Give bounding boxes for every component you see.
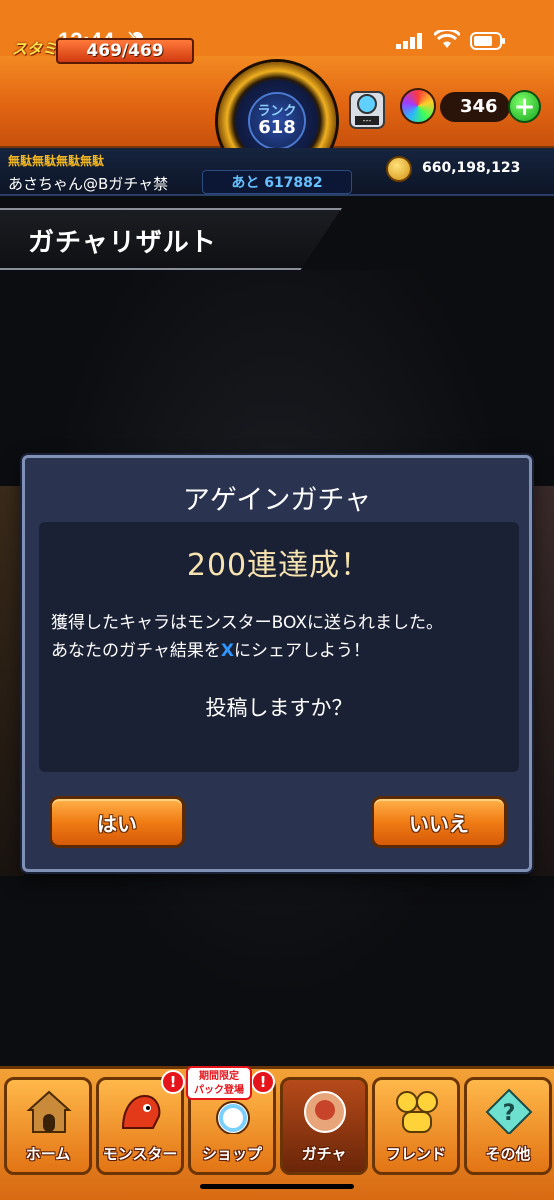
plus-icon: + (513, 91, 536, 122)
monster-alert-badge: ! (161, 1070, 185, 1094)
promo-line-2: パック登場 (194, 1085, 244, 1096)
no-button-label: いいえ (409, 811, 469, 836)
svg-text:?: ? (503, 1101, 516, 1126)
other-icon: ? (485, 1088, 533, 1134)
side-card-right (530, 486, 554, 876)
orb-machine-icon[interactable]: --- (346, 88, 388, 132)
yes-button[interactable]: はい (49, 796, 185, 848)
exp-panel: あと 617882 (202, 170, 352, 194)
bottom-navigation: ホーム ! モンスター ! ショップ ガチャ フレンド ? その他 (0, 1066, 554, 1200)
shop-alert-badge: ! (251, 1070, 275, 1094)
coin-icon (386, 156, 412, 182)
achievement-text: 200連達成！ (186, 548, 372, 583)
nav-item-home[interactable]: ホーム (4, 1077, 92, 1175)
buy-orb-button[interactable]: + (508, 90, 541, 123)
orb-icon (400, 88, 436, 124)
page-title: ガチャリザルト (28, 228, 217, 258)
x-brand-text: X (220, 641, 234, 661)
message-line-2: あなたのガチャ結果をXにシェアしよう！ (51, 636, 370, 661)
no-button[interactable]: いいえ (371, 796, 507, 848)
orb-count: 346 (460, 96, 498, 117)
user-title: 無駄無駄無駄無駄 (8, 154, 105, 168)
side-card-left (0, 486, 24, 876)
dialog-body: 200連達成！ 獲得したキャラはモンスターBOXに送られました。 あなたのガチャ… (39, 522, 519, 772)
home-indicator[interactable] (200, 1184, 354, 1189)
message-line-1: 獲得したキャラはモンスターBOXに送られました。 (51, 613, 443, 633)
rank-value: 618 (258, 117, 296, 138)
nav-label-other: その他 (485, 1145, 531, 1163)
friend-icon (396, 1091, 438, 1133)
nav-item-gacha[interactable]: ガチャ (280, 1077, 368, 1175)
nav-item-other[interactable]: ? その他 (464, 1077, 552, 1175)
nav-item-monster[interactable]: ! モンスター (96, 1070, 185, 1175)
coin-count: 660,198,123 (422, 160, 521, 176)
home-icon (26, 1090, 72, 1133)
monster-icon (121, 1094, 161, 1129)
message-line-2-after: にシェアしよう！ (233, 641, 370, 661)
message-line-2-before: あなたのガチャ結果を (51, 641, 221, 661)
machine-label: --- (363, 116, 372, 125)
dialog-title: アゲインガチャ (182, 485, 372, 516)
signal-icon (396, 33, 422, 49)
user-name[interactable]: あさちゃん@Bガチャ禁 (8, 173, 168, 194)
nav-label-friend: フレンド (385, 1145, 446, 1163)
gacha-icon (304, 1091, 346, 1133)
again-gacha-dialog: アゲインガチャ 200連達成！ 獲得したキャラはモンスターBOXに送られました。… (22, 455, 532, 872)
promo-line-1: 期間限定 (199, 1071, 239, 1082)
limited-pack-badge: 期間限定 パック登場 (186, 1066, 252, 1100)
wifi-icon (434, 30, 460, 48)
stamina-bar[interactable]: 469/469 (56, 38, 194, 64)
nav-item-friend[interactable]: フレンド (372, 1077, 460, 1175)
nav-label-shop: ショップ (201, 1145, 262, 1163)
yes-button-label: はい (97, 811, 137, 836)
exp-remaining: あと 617882 (231, 175, 323, 191)
battery-icon (470, 32, 505, 50)
stamina-value: 469/469 (86, 41, 164, 61)
nav-label-home: ホーム (25, 1145, 71, 1163)
nav-label-gacha: ガチャ (301, 1145, 347, 1163)
nav-label-monster: モンスター (102, 1145, 178, 1163)
confirm-question: 投稿しますか？ (205, 696, 353, 720)
